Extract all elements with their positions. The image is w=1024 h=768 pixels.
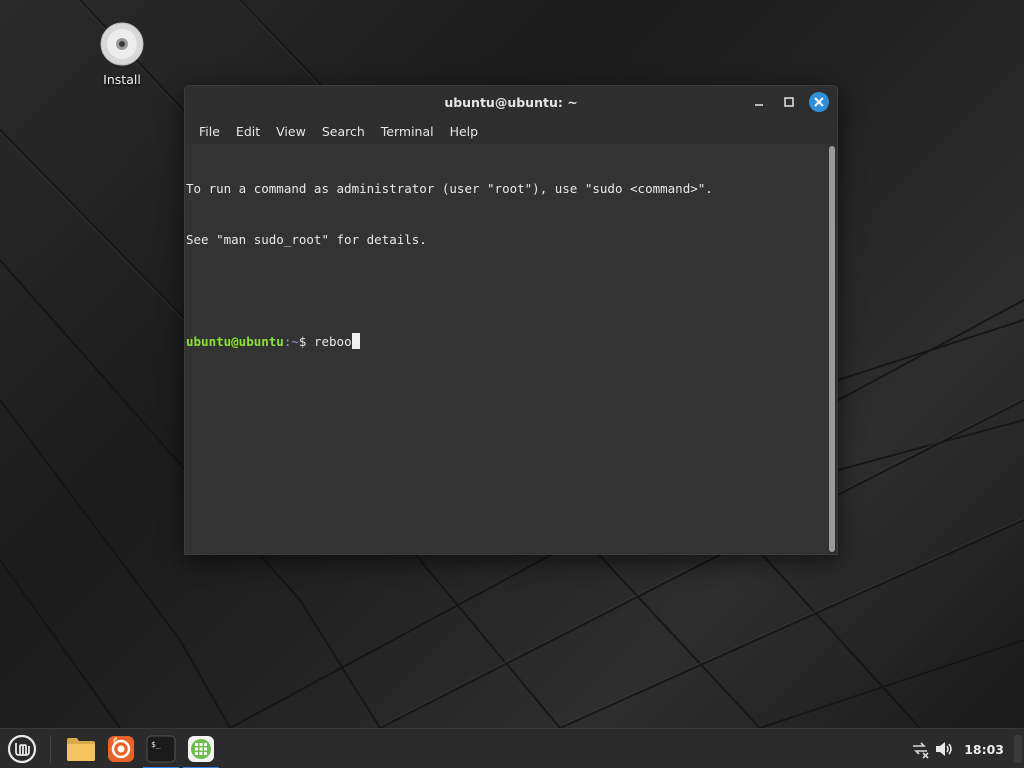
maximize-icon (784, 97, 794, 107)
terminal-content[interactable]: To run a command as administrator (user … (185, 144, 829, 554)
maximize-button[interactable] (779, 92, 799, 112)
taskbar: $_ 18:03 (0, 728, 1024, 768)
firefox-icon (108, 735, 134, 762)
volume-indicator[interactable] (932, 737, 956, 761)
menu-file[interactable]: File (191, 124, 228, 139)
terminal-window[interactable]: ubuntu@ubuntu: ~ File Edit View Search T… (184, 85, 838, 555)
window-controls (749, 92, 829, 112)
close-icon (814, 97, 824, 107)
start-menu-button[interactable] (0, 729, 44, 768)
desktop-icon-label: Install (103, 72, 141, 87)
calculator-icon (188, 735, 214, 762)
taskbar-files[interactable] (61, 729, 101, 768)
taskbar-firefox[interactable] (101, 729, 141, 768)
text-cursor (351, 333, 360, 349)
volume-icon (936, 742, 952, 756)
window-titlebar[interactable]: ubuntu@ubuntu: ~ (185, 86, 837, 118)
menu-view[interactable]: View (268, 124, 314, 139)
network-indicator[interactable] (908, 737, 932, 761)
network-disconnected-icon (913, 742, 929, 759)
files-icon (67, 737, 95, 761)
menu-bar: File Edit View Search Terminal Help (185, 118, 837, 144)
prompt-path: :~ (283, 334, 299, 349)
taskbar-separator (50, 734, 51, 763)
disc-icon (100, 22, 144, 66)
menu-terminal[interactable]: Terminal (373, 124, 442, 139)
typed-command: reboo (313, 334, 352, 349)
menu-edit[interactable]: Edit (228, 124, 268, 139)
terminal-scrollbar[interactable] (829, 146, 835, 552)
desktop-icon-install[interactable]: Install (92, 22, 152, 87)
prompt-symbol: $ (298, 334, 314, 349)
taskbar-terminal[interactable]: $_ (141, 729, 181, 768)
terminal-prompt-line: ubuntu@ubuntu:~$ reboo (186, 333, 829, 350)
minimize-button[interactable] (749, 92, 769, 112)
show-desktop-button[interactable] (1014, 735, 1022, 763)
clock[interactable]: 18:03 (964, 742, 1004, 757)
terminal-icon: $_ (146, 735, 176, 762)
menu-help[interactable]: Help (442, 124, 487, 139)
system-tray: 18:03 (908, 729, 1024, 768)
menu-search[interactable]: Search (314, 124, 373, 139)
window-title: ubuntu@ubuntu: ~ (444, 94, 578, 110)
terminal-output-line: To run a command as administrator (user … (186, 181, 713, 196)
minimize-icon (755, 104, 763, 106)
close-button[interactable] (809, 92, 829, 112)
taskbar-calculator[interactable] (181, 729, 221, 768)
mint-menu-icon (7, 734, 37, 763)
svg-text:$_: $_ (151, 740, 161, 749)
terminal-output-line: See "man sudo_root" for details. (186, 232, 427, 247)
prompt-user-host: ubuntu@ubuntu (186, 334, 284, 349)
